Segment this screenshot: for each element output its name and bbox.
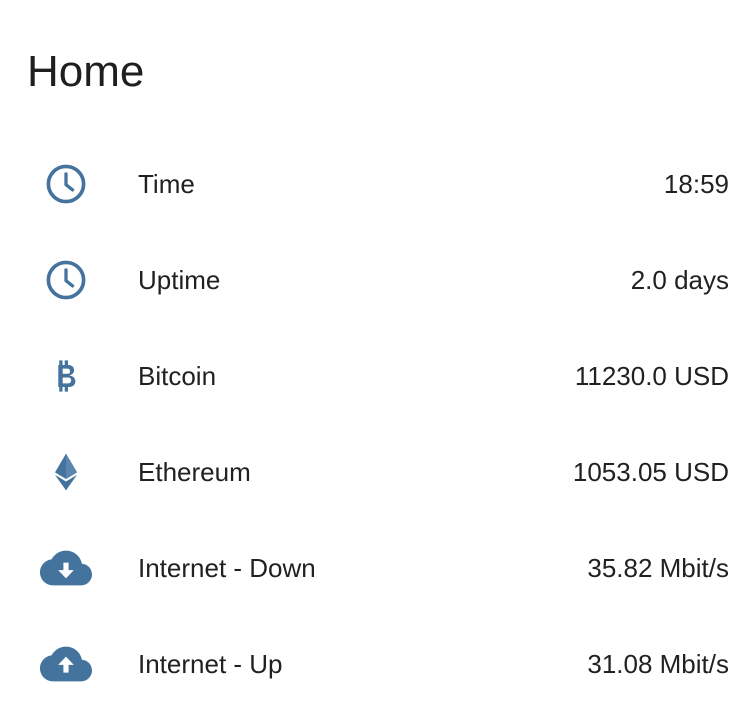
clock-icon xyxy=(38,156,94,212)
entity-value: 18:59 xyxy=(663,169,729,199)
entity-value: 35.82 Mbit/s xyxy=(587,553,729,583)
entity-label: Bitcoin xyxy=(138,361,217,391)
cloud-download-icon xyxy=(38,540,94,596)
entity-label: Uptime xyxy=(138,265,221,295)
entities-card: Home Time 18:59 Uptime 2.0 days Bitcoin … xyxy=(0,0,756,724)
entity-label: Internet - Down xyxy=(138,553,316,583)
entity-value: 31.08 Mbit/s xyxy=(587,649,729,679)
clock-icon xyxy=(38,252,94,308)
bitcoin-icon xyxy=(38,348,94,404)
entity-list: Time 18:59 Uptime 2.0 days Bitcoin 11230… xyxy=(0,136,756,712)
ethereum-icon xyxy=(38,444,94,500)
entity-row-time[interactable]: Time 18:59 xyxy=(0,136,756,232)
entity-value: 2.0 days xyxy=(630,265,729,295)
entity-label: Internet - Up xyxy=(138,649,283,679)
card-title: Home xyxy=(27,47,145,96)
entity-value: 1053.05 USD xyxy=(572,457,729,487)
entity-row-internet-down[interactable]: Internet - Down 35.82 Mbit/s xyxy=(0,520,756,616)
entity-row-bitcoin[interactable]: Bitcoin 11230.0 USD xyxy=(0,328,756,424)
entity-row-internet-up[interactable]: Internet - Up 31.08 Mbit/s xyxy=(0,616,756,712)
entity-row-uptime[interactable]: Uptime 2.0 days xyxy=(0,232,756,328)
entity-label: Time xyxy=(138,169,195,199)
entity-label: Ethereum xyxy=(138,457,251,487)
entity-value: 11230.0 USD xyxy=(574,361,729,391)
entity-row-ethereum[interactable]: Ethereum 1053.05 USD xyxy=(0,424,756,520)
cloud-upload-icon xyxy=(38,636,94,692)
